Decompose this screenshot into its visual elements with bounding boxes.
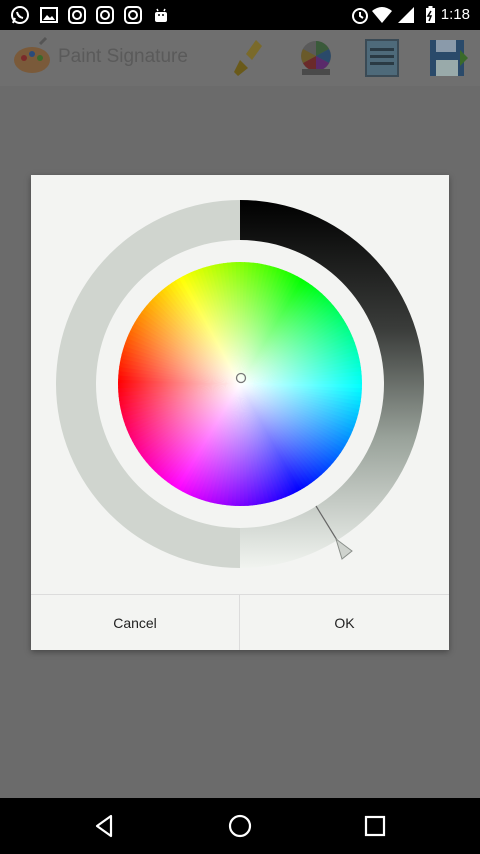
alarm-icon [352, 8, 368, 24]
instagram-icon [96, 6, 114, 24]
status-bar: 1:18 [0, 0, 480, 30]
home-icon[interactable] [226, 812, 254, 840]
cancel-button[interactable]: Cancel [31, 595, 239, 650]
ring-indicator-triangle[interactable] [335, 537, 353, 560]
recents-icon[interactable] [361, 812, 389, 840]
instagram-icon [68, 6, 86, 24]
color-picker-dialog: Cancel OK [31, 175, 449, 650]
whatsapp-icon [11, 6, 29, 24]
image-icon [40, 7, 58, 23]
saturation-overlay [118, 262, 362, 506]
app-title: Paint Signature [58, 46, 188, 67]
app-bar: Paint Signature [0, 30, 480, 86]
color-wheel-icon[interactable] [294, 36, 338, 80]
back-icon[interactable] [91, 812, 119, 840]
brush-icon[interactable] [228, 36, 272, 80]
palette-logo-icon [14, 36, 50, 73]
clock: 1:18 [440, 6, 470, 23]
menu-list-icon[interactable] [360, 36, 404, 80]
signal-icon [398, 7, 414, 23]
battery-icon [426, 6, 435, 23]
color-picker[interactable] [31, 175, 449, 593]
android-icon [155, 8, 167, 22]
navigation-bar [0, 798, 480, 854]
instagram-icon [124, 6, 142, 24]
wifi-icon [372, 7, 392, 23]
save-icon[interactable] [426, 36, 470, 80]
ok-button[interactable]: OK [240, 595, 449, 650]
